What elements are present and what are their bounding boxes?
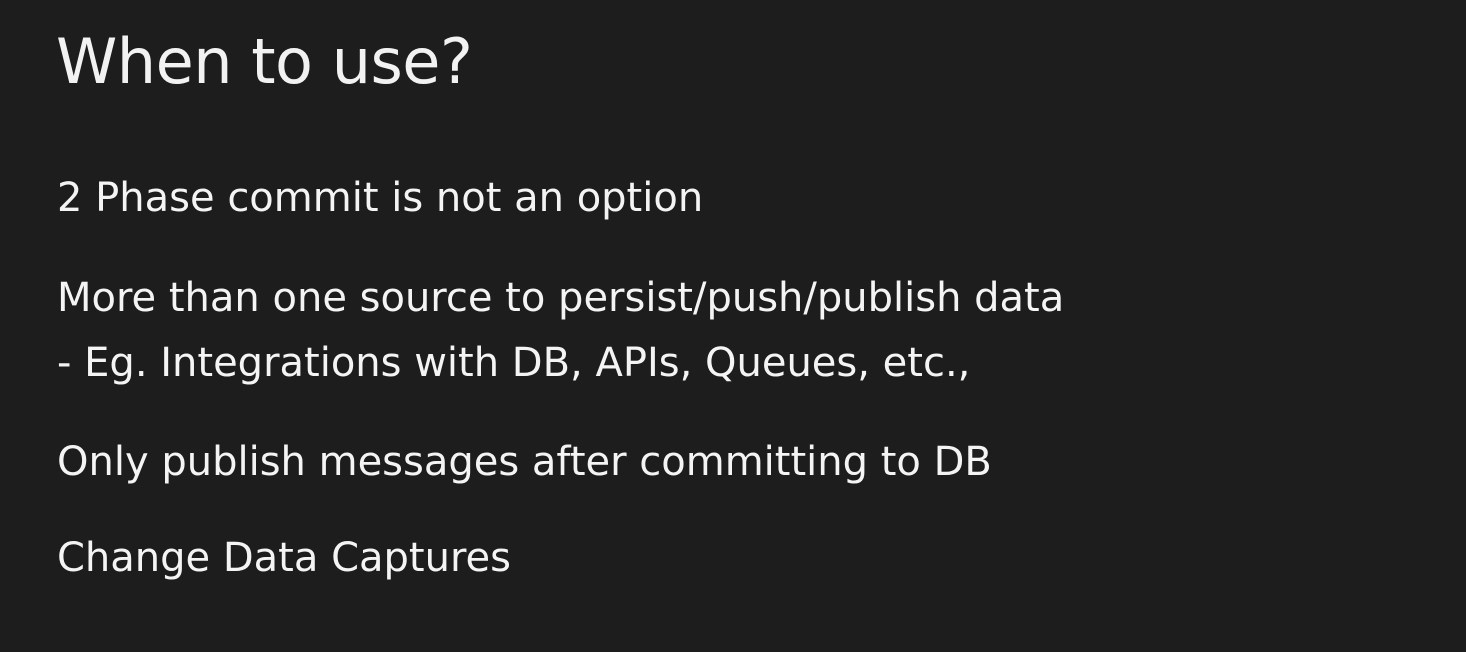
bullet-two-phase-commit: 2 Phase commit is not an option	[57, 175, 704, 221]
slide: When to use? 2 Phase commit is not an op…	[0, 0, 1466, 652]
bullet-multiple-sources: More than one source to persist/push/pub…	[57, 275, 1065, 321]
slide-title: When to use?	[56, 25, 473, 98]
bullet-integrations-example: - Eg. Integrations with DB, APIs, Queues…	[57, 340, 971, 386]
bullet-change-data-captures: Change Data Captures	[57, 535, 511, 581]
bullet-publish-after-commit: Only publish messages after committing t…	[57, 439, 992, 485]
